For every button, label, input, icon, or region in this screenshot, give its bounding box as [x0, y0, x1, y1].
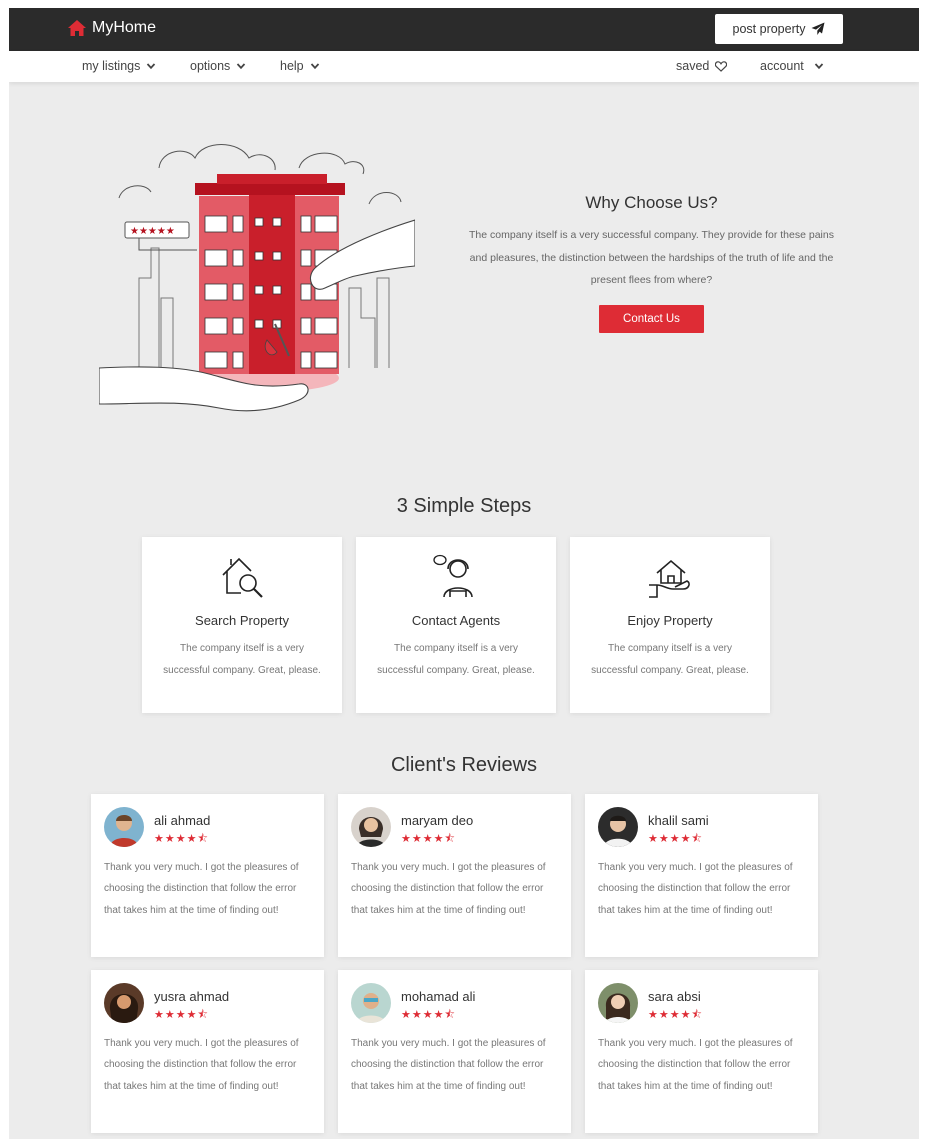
reviewer-name: maryam deo	[401, 813, 474, 828]
building-keys-illustration: ★★★★★	[99, 144, 415, 412]
nav-my-listings-label: my listings	[82, 59, 141, 73]
review-card: mohamad ali ★★★★⯪ Thank you very much. I…	[338, 970, 571, 1133]
nav-help-label: help	[280, 59, 304, 73]
star-rating-icon: ★★★★⯪	[154, 1009, 209, 1021]
reviewer-name: yusra ahmad	[154, 989, 230, 1004]
star-rating-icon: ★★★★⯪	[154, 833, 209, 845]
avatar	[104, 983, 144, 1023]
review-card: khalil sami ★★★★⯪ Thank you very much. I…	[585, 794, 818, 957]
avatar	[351, 983, 391, 1023]
star-rating-icon: ★★★★⯪	[648, 1009, 703, 1021]
review-text: Thank you very much. I got the pleasures…	[104, 1038, 299, 1092]
review-text: Thank you very much. I got the pleasures…	[351, 1038, 546, 1092]
hero-rating-stars: ★★★★★	[130, 226, 175, 237]
step-card-enjoy: Enjoy Property The company itself is a v…	[570, 537, 770, 713]
star-rating-icon: ★★★★⯪	[401, 1009, 456, 1021]
why-choose-text: The company itself is a very successful …	[469, 229, 834, 286]
house-search-icon	[222, 557, 263, 598]
review-text: Thank you very much. I got the pleasures…	[104, 862, 299, 916]
chevron-down-icon	[237, 63, 246, 70]
page: MyHome post property my listings options…	[9, 8, 919, 1139]
step-title: Search Property	[195, 613, 289, 628]
nav-options-label: options	[190, 59, 231, 73]
step-title: Contact Agents	[411, 613, 501, 628]
nav-account[interactable]: account	[760, 59, 824, 73]
chevron-down-icon	[147, 63, 156, 70]
nav-options[interactable]: options	[190, 59, 246, 73]
reviewer-name: ali ahmad	[154, 813, 211, 828]
review-text: Thank you very much. I got the pleasures…	[351, 862, 546, 916]
review-card: sara absi ★★★★⯪ Thank you very much. I g…	[585, 970, 818, 1133]
step-title: Enjoy Property	[627, 613, 713, 628]
avatar	[598, 807, 638, 847]
paper-plane-icon	[811, 22, 825, 35]
top-bar: MyHome post property	[9, 8, 919, 51]
step-text: The company itself is a very successful …	[591, 643, 749, 676]
step-text: The company itself is a very successful …	[163, 643, 321, 676]
step-text: The company itself is a very successful …	[377, 643, 535, 676]
review-card: yusra ahmad ★★★★⯪ Thank you very much. I…	[91, 970, 324, 1133]
reviewer-name: sara absi	[648, 989, 701, 1004]
chevron-down-icon	[814, 63, 823, 70]
heart-icon	[715, 60, 728, 72]
home-icon	[68, 20, 86, 36]
brand-name: MyHome	[92, 19, 157, 36]
reviewer-name: mohamad ali	[401, 989, 476, 1004]
star-rating-icon: ★★★★⯪	[401, 833, 456, 845]
brand-logo[interactable]: MyHome	[68, 19, 156, 37]
contact-us-button[interactable]: Contact Us	[599, 305, 704, 333]
steps-title: 3 Simple Steps	[396, 495, 532, 517]
avatar	[351, 807, 391, 847]
agent-headset-icon	[433, 554, 473, 598]
reviewer-name: khalil sami	[648, 813, 709, 828]
nav-my-listings[interactable]: my listings	[82, 59, 156, 73]
house-in-hand-icon	[649, 559, 690, 598]
secondary-nav: my listings options help saved account	[9, 51, 919, 82]
review-card: maryam deo ★★★★⯪ Thank you very much. I …	[338, 794, 571, 957]
reviews-title: Client's Reviews	[390, 754, 538, 776]
nav-account-label: account	[760, 59, 804, 73]
why-choose-title: Why Choose Us?	[585, 193, 718, 212]
review-text: Thank you very much. I got the pleasures…	[598, 1038, 793, 1092]
avatar	[104, 807, 144, 847]
star-rating-icon: ★★★★⯪	[648, 833, 703, 845]
avatar	[598, 983, 638, 1023]
chevron-down-icon	[310, 63, 319, 70]
step-card-search: Search Property The company itself is a …	[142, 537, 342, 713]
nav-help[interactable]: help	[280, 59, 320, 73]
post-property-button[interactable]: post property	[715, 14, 843, 44]
nav-saved[interactable]: saved	[676, 59, 728, 73]
post-property-label: post property	[732, 22, 806, 36]
review-text: Thank you very much. I got the pleasures…	[598, 862, 793, 916]
step-card-agents: Contact Agents The company itself is a v…	[356, 537, 556, 713]
review-card: ali ahmad ★★★★⯪ Thank you very much. I g…	[91, 794, 324, 957]
nav-saved-label: saved	[676, 59, 710, 73]
